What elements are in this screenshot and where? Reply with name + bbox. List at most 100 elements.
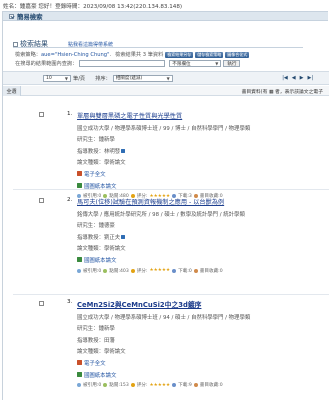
chevron-down-icon: ▼ (215, 61, 219, 66)
sort-label: 排序： (95, 75, 111, 82)
record-advisor: 指導教授：劉正夫 (77, 234, 121, 241)
query-strategy-row: 檢索策略： auе="Hsien-Ching Chung" . 檢索結果共 3 … (15, 51, 250, 58)
sort-bar: 10 ▼ 筆/頁 排序： 相關度(遞減) ▼ |◀ ◀ ▶ ▶| (3, 71, 329, 85)
stat-bookmarks: 書目收藏:0 (199, 268, 223, 274)
record-checkbox[interactable] (39, 301, 44, 306)
prev-page-icon[interactable]: ◀ (292, 75, 296, 81)
stat-rating: 評分: (136, 383, 148, 389)
refine-input[interactable] (79, 60, 166, 67)
collapse-chevron-icon[interactable] (9, 13, 14, 19)
rating-icon (130, 268, 135, 273)
sort-select-value: 相關度(遞減) (115, 76, 143, 81)
download-icon (172, 268, 177, 273)
divider (13, 189, 329, 190)
citation-icon (77, 268, 81, 273)
save-strategy-button[interactable]: 儲存檢索策略 (195, 51, 224, 58)
sort-select[interactable]: 相關度(遞減) ▼ (112, 74, 173, 82)
library-icon (77, 372, 82, 378)
record-title-link[interactable]: 馬可夫(位移)試驗在預測資報機制之應用 - 以台獸為例 (77, 197, 327, 206)
stat-rating: 評分: (136, 268, 148, 274)
chevron-down-icon: ▼ (64, 75, 68, 81)
record-title-link[interactable]: 單層與雙層黑磷之電子性質與光學性質 (77, 111, 327, 120)
stat-downloads: 下載:0 (178, 268, 192, 274)
record-advisor: 指導教授：林明發 (77, 148, 121, 155)
library-link[interactable]: 國圖紙本論文 (84, 371, 116, 379)
record-student: 研究生：鍾新學 (77, 137, 115, 144)
view-icon (103, 383, 108, 388)
bookmark-icon (193, 268, 198, 273)
library-link-row[interactable]: 國圖紙本論文 (77, 256, 327, 264)
citation-icon (77, 383, 81, 388)
divider (13, 294, 329, 295)
export-results-button[interactable]: 檢索結果另存 (165, 51, 194, 58)
rating-icon (130, 383, 135, 388)
record-number: 2. (67, 197, 73, 203)
divider (13, 47, 303, 48)
chevron-down-icon: ▼ (166, 75, 170, 81)
last-page-icon[interactable]: ▶| (307, 75, 313, 81)
bibliography-note: 書目資料(有 ▦ 者，表示該論文之電子 (241, 90, 323, 95)
record-advisor-row: 指導教授：劉正夫 (77, 233, 327, 241)
record-number: 1. (67, 111, 73, 117)
star-icon: ★★★★★ (149, 382, 171, 388)
fulltext-link[interactable]: 電子全文 (84, 359, 106, 367)
query-prefix: 檢索策略： (15, 52, 41, 58)
stat-cited: 被引用:0 (83, 268, 102, 274)
pager: |◀ ◀ ▶ ▶| (282, 75, 313, 81)
table-header: 全選 書目資料(有 ▦ 者，表示該論文之電子 (3, 86, 329, 96)
advisor-profile-icon[interactable] (121, 235, 126, 240)
select-all-button[interactable]: 全選 (3, 86, 21, 96)
record-body: 馬可夫(位移)試驗在預測資報機制之應用 - 以台獸為例 銘傳大學 / 應用統計學… (77, 197, 327, 274)
library-link[interactable]: 國圖紙本論文 (84, 256, 116, 264)
stat-views: 點閱:153 (109, 383, 129, 389)
record-school: 國立成功大學 / 物理學系碩博士班 / 94 / 碩士 / 自然科學學門 / 物… (77, 314, 251, 321)
library-icon (77, 257, 82, 263)
library-link-row[interactable]: 國圖紙本論文 (77, 371, 327, 379)
record-checkbox[interactable] (39, 112, 44, 117)
query-suffix: . (109, 51, 112, 58)
per-page-value: 10 (46, 75, 52, 81)
record-stats: 被引用:0 點閱:153 評分: ★★★★★ 下載:9 書目收藏:0 (77, 382, 327, 388)
refine-label: 在搜尋的結果範圍內查詢： (15, 61, 78, 67)
star-icon: ★★★★★ (149, 268, 171, 274)
first-page-icon[interactable]: |◀ (282, 75, 288, 81)
stat-bookmarks: 書目收藏:0 (199, 383, 223, 389)
search-panel: 簡易檢索 檢索結果 點我看這篇得帶系統 檢索策略： auе="Hsien-Chi… (2, 11, 329, 400)
field-select-value: 不限欄位 (172, 61, 191, 67)
bookmark-icon (193, 383, 198, 388)
record-title-link[interactable]: CeMn2Si2與CeMnCuSi2中之3d鍍序 (77, 299, 327, 309)
stat-downloads: 下載:9 (178, 383, 192, 389)
run-button[interactable]: 執行 (223, 60, 241, 67)
record-format: 論文種類：學術論文 (77, 160, 126, 167)
next-page-icon[interactable]: ▶ (300, 75, 304, 81)
result-summary: 檢索結果共 3 筆資料 (115, 52, 164, 58)
per-page-unit: 筆/頁 (73, 75, 86, 82)
record-format: 論文種類：學術論文 (77, 349, 126, 356)
record-stats: 被引用:0 點閱:403 評分: ★★★★★ 下載:0 書目收藏:0 (77, 268, 327, 274)
ebook-icon (77, 171, 82, 177)
library-icon (77, 183, 82, 189)
fulltext-link[interactable]: 電子全文 (84, 170, 106, 178)
panel-title: 簡易檢索 (17, 12, 43, 21)
fulltext-link-row[interactable]: 電子全文 (77, 170, 327, 178)
record-student: 研究生：鍾德豪 (77, 223, 115, 230)
fulltext-link-row[interactable]: 電子全文 (77, 359, 327, 367)
advisor-profile-icon[interactable] (121, 149, 126, 154)
user-status-bar: 姓名：鍾嘉豪 您好！登錄時間：2023/09/08 13:42(220.134.… (3, 4, 183, 10)
record-advisor-row: 指導教授：林明發 (77, 147, 327, 155)
record-advisor: 指導教授：田藩 (77, 337, 115, 344)
ebook-icon (77, 360, 82, 366)
record-format: 論文種類：學術論文 (77, 246, 126, 253)
record-checkbox[interactable] (39, 198, 44, 203)
record-body: CeMn2Si2與CeMnCuSi2中之3d鍍序 國立成功大學 / 物理學系碩博… (77, 299, 327, 388)
record-body: 單層與雙層黑磷之電子性質與光學性質 國立成功大學 / 物理學系碩博士班 / 99… (77, 111, 327, 199)
record-number: 3. (67, 299, 73, 305)
visualize-button[interactable]: 圖像合化式 (225, 51, 250, 58)
panel-header[interactable]: 簡易檢索 (3, 11, 328, 21)
record-school: 國立成功大學 / 物理學系碩博士班 / 99 / 博士 / 自然科學學門 / 物… (77, 125, 251, 132)
square-icon (13, 41, 18, 47)
field-select[interactable]: 不限欄位 ▼ (169, 60, 222, 67)
per-page-select[interactable]: 10 ▼ (43, 74, 71, 82)
record-school: 銘傳大學 / 應用統計學研究所 / 98 / 碩士 / 數學及統計學門 / 統計… (77, 211, 245, 218)
refine-row: 在搜尋的結果範圍內查詢： 不限欄位 ▼ 執行 (15, 60, 241, 67)
